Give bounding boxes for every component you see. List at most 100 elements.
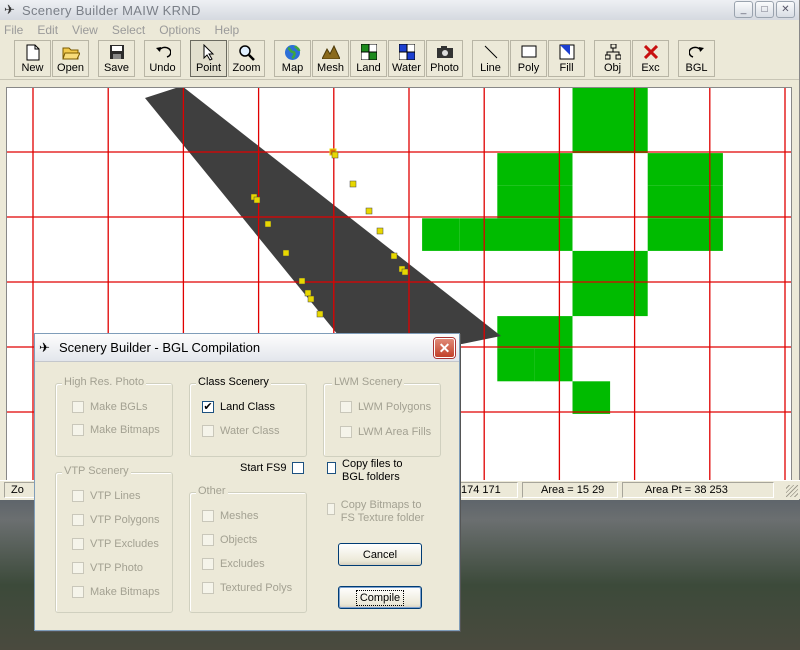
- menu-select[interactable]: Select: [112, 23, 145, 37]
- dialog-title-bar[interactable]: ✈ Scenery Builder - BGL Compilation: [35, 334, 459, 362]
- terrain-mesh-icon: [321, 43, 340, 61]
- land-class-cell: [647, 153, 723, 186]
- checkbox-box: [72, 562, 84, 574]
- checkbox-box: [72, 514, 84, 526]
- resize-grip[interactable]: [786, 485, 798, 497]
- save-disk-icon: [108, 43, 126, 61]
- water-class-icon: [398, 43, 416, 61]
- checkbox-box: [202, 425, 214, 437]
- checkbox-label: LWM Polygons: [358, 401, 432, 413]
- compile-redo-icon: [688, 43, 706, 61]
- checkbox-box: [72, 424, 84, 436]
- compile-label: Compile: [355, 589, 405, 606]
- line-tool-icon: [482, 43, 500, 61]
- checkbox-label: Objects: [220, 534, 258, 546]
- land-class-cell: [647, 218, 723, 251]
- land-class-cell: [497, 316, 573, 349]
- magnifier-icon: [238, 43, 256, 61]
- checkbox-label: Make Bitmaps: [90, 586, 160, 598]
- toolbar-land-button[interactable]: Land: [350, 40, 387, 77]
- toolbar-poly-button[interactable]: Poly: [510, 40, 547, 77]
- toolbar-save-button[interactable]: Save: [98, 40, 135, 77]
- open-folder-icon: [61, 43, 80, 61]
- camera-icon: [436, 43, 454, 61]
- point-marker: [282, 249, 290, 257]
- land-class-cell: [459, 218, 573, 251]
- checkbox-label: LWM Area Fills: [358, 426, 432, 438]
- toolbar-water-button[interactable]: Water: [388, 40, 425, 77]
- land-class-cell: [647, 185, 723, 219]
- compile-button[interactable]: Compile: [338, 586, 422, 609]
- checkbox-box: [340, 401, 352, 413]
- toolbar-bgl-button[interactable]: BGL: [678, 40, 715, 77]
- point-marker: [331, 151, 339, 159]
- toolbar-new-button[interactable]: New: [14, 40, 51, 77]
- checkbox-land-class[interactable]: ✔ Land Class: [202, 401, 275, 413]
- group-label: High Res. Photo: [62, 376, 147, 388]
- checkbox-lwm-area-fills: LWM Area Fills: [340, 426, 431, 438]
- group-vtp-scenery: VTP Scenery VTP Lines VTP Polygons VTP E…: [55, 465, 173, 613]
- land-class-cell: [497, 348, 535, 382]
- toolbar-zoom-button[interactable]: Zoom: [228, 40, 265, 77]
- toolbar-exc-button[interactable]: Exc: [632, 40, 669, 77]
- menu-file[interactable]: File: [4, 23, 23, 37]
- checkbox-label: VTP Lines: [90, 490, 141, 502]
- point-marker: [298, 277, 306, 285]
- menu-edit[interactable]: Edit: [37, 23, 58, 37]
- checkbox-start-fs9[interactable]: Start FS9: [240, 462, 305, 474]
- point-marker: [304, 289, 312, 297]
- checkbox-copy-bitmaps: Copy Bitmaps to FS Texture folder: [327, 499, 437, 525]
- menu-bar: File Edit View Select Options Help: [0, 20, 799, 40]
- checkbox-box[interactable]: [327, 462, 337, 474]
- minimize-button[interactable]: _: [734, 1, 753, 18]
- maximize-button[interactable]: □: [755, 1, 774, 18]
- checkbox-box: [340, 426, 352, 438]
- toolbar-open-button[interactable]: Open: [52, 40, 89, 77]
- checkbox-make-bitmaps-vtp: Make Bitmaps: [72, 586, 160, 598]
- toolbar-obj-button[interactable]: Obj: [594, 40, 631, 77]
- toolbar-fill-button[interactable]: Fill: [548, 40, 585, 77]
- land-class-cell: [572, 283, 648, 317]
- toolbar-label: Fill: [559, 62, 574, 74]
- toolbar-photo-button[interactable]: Photo: [426, 40, 463, 77]
- toolbar-line-button[interactable]: Line: [472, 40, 509, 77]
- toolbar-undo-button[interactable]: Undo: [144, 40, 181, 77]
- group-label: Other: [196, 485, 228, 497]
- checkbox-label: VTP Excludes: [90, 538, 159, 550]
- menu-help[interactable]: Help: [215, 23, 240, 37]
- point-marker: [316, 310, 324, 318]
- title-bar[interactable]: ✈ Scenery Builder MAIW KRND _ □ ✕: [0, 0, 799, 20]
- land-class-cell: [422, 218, 460, 251]
- toolbar-point-button[interactable]: Point: [190, 40, 227, 77]
- checkbox-box: [72, 401, 84, 413]
- land-class-cell: [572, 250, 648, 284]
- close-button[interactable]: ✕: [776, 1, 795, 18]
- fill-tool-icon: [558, 43, 576, 61]
- checkbox-vtp-excludes: VTP Excludes: [72, 538, 159, 550]
- checkbox-box[interactable]: [292, 462, 305, 474]
- checkbox-box-checked[interactable]: ✔: [202, 401, 214, 413]
- toolbar-label: Line: [480, 62, 501, 74]
- checkbox-label: Make Bitmaps: [90, 424, 160, 436]
- checkbox-label: Meshes: [220, 510, 259, 522]
- toolbar-map-button[interactable]: Map: [274, 40, 311, 77]
- dialog-close-button[interactable]: ✕: [434, 338, 455, 358]
- checkbox-box: [72, 538, 84, 550]
- checkbox-label: VTP Photo: [90, 562, 143, 574]
- toolbar-label: Mesh: [317, 62, 344, 74]
- toolbar-mesh-button[interactable]: Mesh: [312, 40, 349, 77]
- toolbar-label: Point: [195, 62, 222, 74]
- globe-icon: [284, 43, 302, 61]
- checkbox-label: Make BGLs: [90, 401, 148, 413]
- status-area-pt: Area Pt = 38 253: [622, 482, 774, 498]
- menu-view[interactable]: View: [72, 23, 98, 37]
- point-marker: [401, 268, 409, 276]
- object-tree-icon: [604, 43, 622, 61]
- checkbox-label: Excludes: [220, 558, 265, 570]
- checkbox-textured-polys: Textured Polys: [202, 582, 292, 594]
- checkbox-copy-files[interactable]: Copy files to BGL folders: [327, 458, 427, 484]
- cancel-button[interactable]: Cancel: [338, 543, 422, 566]
- menu-options[interactable]: Options: [159, 23, 200, 37]
- checkbox-vtp-photo: VTP Photo: [72, 562, 143, 574]
- group-label: LWM Scenery: [332, 376, 405, 388]
